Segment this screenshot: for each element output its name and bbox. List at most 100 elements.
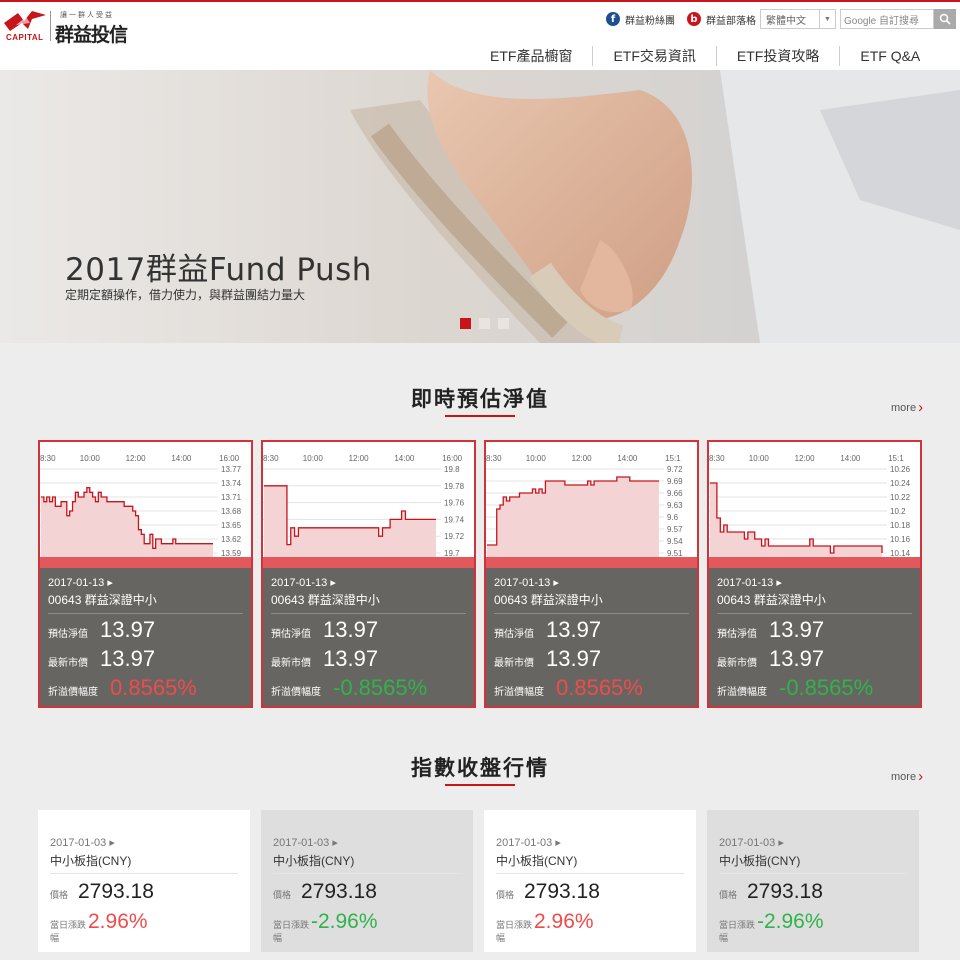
nav-etf-strategy[interactable]: ETF投資攻略	[715, 46, 839, 66]
facebook-fanpage-link[interactable]: f 群益粉絲團	[606, 12, 675, 27]
nav-card-fund-name: 00643 群益深證中小	[48, 591, 243, 614]
premium-label: 折溢價幅度	[717, 687, 767, 698]
est-nav-value: 13.97	[546, 617, 602, 642]
nav-card[interactable]: 13.77 13.74 13.71 13.68 13.65 13.62 13.59 8:30 1…	[38, 440, 253, 708]
index-card-name: 中小板指(CNY)	[50, 852, 238, 874]
index-card[interactable]: 2017-01-03 ▸ 中小板指(CNY) 價格 2793.18 當日漲跌幅 2.…	[484, 810, 696, 952]
index-price-value: 2793.18	[78, 880, 154, 903]
y-tick-label: 10.14	[890, 549, 911, 558]
est-nav-value: 13.97	[100, 617, 156, 642]
x-tick-label: 12:00	[349, 454, 370, 463]
y-tick-label: 9.51	[667, 549, 683, 558]
est-nav-label: 預估淨值	[717, 629, 757, 640]
chart-bottom-band	[709, 557, 920, 568]
y-tick-label: 19.74	[444, 515, 465, 524]
index-card-date: 2017-01-03 ▸	[50, 837, 115, 849]
x-tick-label: 15:1	[665, 454, 681, 463]
y-tick-label: 10.22	[890, 493, 911, 502]
premium-label: 折溢價幅度	[494, 687, 544, 698]
y-tick-label: 19.78	[444, 482, 465, 491]
index-card-date: 2017-01-03 ▸	[496, 837, 561, 849]
nav-chart: 13.77 13.74 13.71 13.68 13.65 13.62 13.59 8:30 1…	[40, 442, 251, 568]
market-price-value: 13.97	[769, 646, 825, 671]
y-tick-label: 19.7	[444, 549, 460, 558]
market-price-label: 最新市價	[717, 658, 757, 669]
index-price-label: 價格	[50, 890, 69, 900]
carousel-dot-3[interactable]	[498, 318, 509, 329]
market-price-label: 最新市價	[48, 658, 88, 669]
premium-label: 折溢價幅度	[48, 687, 98, 698]
chart-bottom-band	[486, 557, 697, 568]
index-card[interactable]: 2017-01-03 ▸ 中小板指(CNY) 價格 2793.18 當日漲跌幅 -2…	[707, 810, 919, 952]
series-area	[487, 477, 659, 557]
section-title-underline	[445, 784, 515, 786]
section-title-underline	[445, 415, 515, 417]
hero-banner[interactable]: 2017群益Fund Push 定期定額操作，借力使力，與群益團結力量大	[0, 70, 960, 343]
est-nav-label: 預估淨值	[48, 629, 88, 640]
nav-line-chart: 19.8 19.78 19.76 19.74 19.72 19.7 8:30 10:00 12:…	[263, 454, 474, 568]
nav-card[interactable]: 19.8 19.78 19.76 19.74 19.72 19.7 8:30 10:00 12:…	[261, 440, 476, 708]
nav-card-info: 2017-01-13 ▸ 00643 群益深證中小 預估淨值 13.97 最新市價…	[40, 568, 251, 706]
chevron-right-icon: ›	[918, 399, 924, 416]
carousel-dot-2[interactable]	[479, 318, 490, 329]
chart-bottom-band	[263, 557, 474, 568]
chevron-right-icon: ›	[918, 768, 924, 785]
market-price-value: 13.97	[100, 646, 156, 671]
nav-card-date: 2017-01-13 ▸	[494, 577, 559, 589]
nav-etf-qa[interactable]: ETF Q&A	[839, 46, 940, 66]
market-price-label: 最新市價	[494, 658, 534, 669]
nav-card-fund-name: 00643 群益深證中小	[717, 591, 912, 614]
y-tick-label: 13.68	[221, 507, 242, 516]
x-tick-label: 8:30	[486, 454, 502, 463]
y-tick-label: 9.66	[667, 489, 683, 498]
premium-value: -0.8565%	[333, 675, 428, 700]
hero-subtitle: 定期定額操作，借力使力，與群益團結力量大	[65, 288, 306, 302]
index-change-value: -2.96%	[757, 910, 824, 933]
index-change-label: 當日漲跌幅	[273, 920, 310, 943]
logo-capital-text: CAPITAL	[6, 33, 44, 42]
nav-card[interactable]: 9.72 9.69 9.66 9.63 9.6 9.57 9.54 9.51 8:30 10:00…	[484, 440, 699, 708]
facebook-link-label: 群益粉絲團	[625, 15, 675, 27]
x-tick-label: 14:00	[617, 454, 638, 463]
nav-card[interactable]: 10.26 10.24 10.22 10.2 10.18 10.16 10.14 8:30 10…	[707, 440, 922, 708]
index-card[interactable]: 2017-01-03 ▸ 中小板指(CNY) 價格 2793.18 當日漲跌幅 -2…	[261, 810, 473, 952]
y-tick-label: 19.76	[444, 499, 465, 508]
x-tick-label: 12:00	[795, 454, 816, 463]
x-tick-label: 12:00	[126, 454, 147, 463]
index-change-value: 2.96%	[534, 910, 594, 933]
nav-card-date: 2017-01-13 ▸	[271, 577, 336, 589]
blog-link[interactable]: b 群益部落格	[687, 12, 756, 27]
language-select[interactable]: 繁體中文 ▼	[760, 9, 836, 29]
x-tick-label: 8:30	[263, 454, 279, 463]
nav-chart: 10.26 10.24 10.22 10.2 10.18 10.16 10.14 8:30 10…	[709, 442, 920, 568]
y-tick-label: 13.77	[221, 465, 242, 474]
nav-etf-trading-info[interactable]: ETF交易資訊	[592, 46, 715, 66]
nav-card-info: 2017-01-13 ▸ 00643 群益深證中小 預估淨值 13.97 最新市價…	[263, 568, 474, 706]
logo-slogan: 讓一群人受益	[60, 12, 114, 19]
more-link-nav[interactable]: more ›	[891, 398, 924, 416]
search-button[interactable]	[934, 9, 956, 29]
x-tick-label: 14:00	[394, 454, 415, 463]
y-tick-label: 13.59	[221, 549, 242, 558]
est-nav-value: 13.97	[323, 617, 379, 642]
site-logo[interactable]: CAPITAL 讓一群人受益 群益投信	[2, 9, 142, 46]
index-card[interactable]: 2017-01-03 ▸ 中小板指(CNY) 價格 2793.18 當日漲跌幅 2.…	[38, 810, 250, 952]
utility-bar: f 群益粉絲團 b 群益部落格 繁體中文 ▼ Google 自訂搜尋	[606, 8, 956, 30]
site-header: CAPITAL 讓一群人受益 群益投信 f 群益粉絲團 b 群益部落格 繁體中文…	[0, 2, 960, 70]
facebook-icon: f	[606, 12, 620, 26]
search-input[interactable]: Google 自訂搜尋	[840, 9, 934, 29]
y-tick-label: 13.65	[221, 521, 242, 530]
y-tick-label: 10.26	[890, 465, 911, 474]
x-tick-label: 10:00	[749, 454, 770, 463]
index-change-label: 當日漲跌幅	[719, 920, 756, 943]
nav-etf-products[interactable]: ETF產品櫥窗	[470, 46, 592, 66]
blog-link-label: 群益部落格	[706, 15, 756, 27]
x-tick-label: 14:00	[840, 454, 861, 463]
language-select-value: 繁體中文	[766, 15, 806, 27]
chart-bottom-band	[40, 557, 251, 568]
more-link-index[interactable]: more ›	[891, 767, 924, 785]
x-tick-label: 15:1	[888, 454, 904, 463]
est-nav-label: 預估淨值	[494, 629, 534, 640]
nav-card-fund-name: 00643 群益深證中小	[494, 591, 689, 614]
carousel-dot-1[interactable]	[460, 318, 471, 329]
